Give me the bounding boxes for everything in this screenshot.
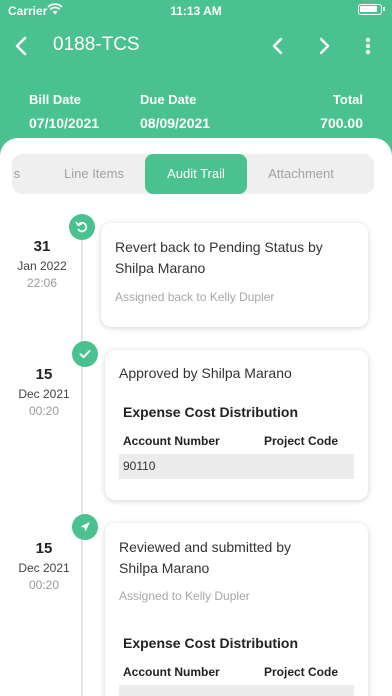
tab-line-items[interactable]: Line Items — [50, 154, 138, 194]
project-code-header: Project Code — [264, 434, 339, 448]
entry-month-year: Dec 2021 — [18, 387, 70, 401]
timeline-line — [81, 226, 83, 696]
check-icon — [72, 341, 98, 367]
account-number-cell — [119, 685, 354, 696]
entry-day: 31 — [33, 238, 51, 255]
audit-card-title-line2: Shilpa Marano — [115, 260, 206, 276]
audit-card[interactable]: Revert back to Pending Status by Shilpa … — [101, 223, 368, 327]
battery-icon — [358, 4, 385, 15]
entry-day: 15 — [35, 366, 53, 383]
total-label: Total — [332, 92, 363, 107]
segmented-tabs: s Line Items Audit Trail Attachment — [12, 154, 374, 194]
bill-date-block: Bill Date 07/10/2021 — [29, 92, 99, 131]
total-value: 700.00 — [320, 115, 363, 131]
entry-month-year: Dec 2021 — [18, 561, 70, 575]
more-options-icon[interactable] — [358, 32, 378, 60]
due-date-label: Due Date — [140, 92, 197, 107]
entry-date: 31 Jan 2022 22:06 — [9, 238, 75, 290]
send-icon — [72, 514, 98, 540]
next-icon[interactable] — [312, 32, 336, 60]
audit-card-subtitle: Assigned to Kelly Dupler — [119, 589, 250, 603]
due-date-value: 08/09/2021 — [140, 115, 211, 131]
entry-month-year: Jan 2022 — [17, 259, 67, 273]
distribution-title: Expense Cost Distribution — [123, 404, 299, 420]
previous-icon[interactable] — [266, 32, 290, 60]
account-number-header: Account Number — [123, 665, 220, 679]
page-title: 0188-TCS — [53, 34, 140, 55]
audit-card-title-line2: Shilpa Marano — [119, 560, 210, 576]
revert-icon — [69, 214, 95, 240]
distribution-title: Expense Cost Distribution — [123, 635, 299, 651]
entry-time: 00:20 — [28, 578, 60, 592]
audit-card-subtitle: Assigned back to Kelly Dupler — [115, 290, 275, 304]
entry-date: 15 Dec 2021 00:20 — [11, 366, 77, 418]
account-number-value: 90110 — [119, 454, 354, 479]
project-code-header: Project Code — [264, 665, 339, 679]
audit-card-title-line1: Reviewed and submitted by — [119, 539, 291, 555]
audit-card-title-line1: Approved by Shilpa Marano — [119, 365, 292, 381]
back-icon[interactable] — [10, 32, 34, 60]
bill-date-value: 07/10/2021 — [29, 115, 100, 131]
entry-date: 15 Dec 2021 00:20 — [11, 540, 77, 592]
entry-day: 15 — [35, 540, 53, 557]
audit-card-title-line1: Revert back to Pending Status by — [115, 239, 323, 255]
tab-audit-trail[interactable]: Audit Trail — [145, 154, 247, 194]
tab-previous[interactable]: s — [12, 154, 34, 194]
account-number-header: Account Number — [123, 434, 220, 448]
audit-card[interactable]: Reviewed and submitted by Shilpa Marano … — [105, 523, 368, 696]
entry-time: 00:20 — [28, 404, 60, 418]
total-block: Total 700.00 — [320, 92, 363, 131]
entry-time: 22:06 — [26, 276, 58, 290]
tab-attachment[interactable]: Attachment — [258, 154, 344, 194]
due-date-block: Due Date 08/09/2021 — [140, 92, 210, 131]
navbar: 0188-TCS — [0, 28, 392, 64]
status-bar: Carrier 11:13 AM — [0, 0, 392, 22]
status-time: 11:13 AM — [170, 4, 222, 18]
bill-date-label: Bill Date — [29, 92, 82, 107]
audit-card[interactable]: Approved by Shilpa Marano Expense Cost D… — [105, 350, 368, 500]
